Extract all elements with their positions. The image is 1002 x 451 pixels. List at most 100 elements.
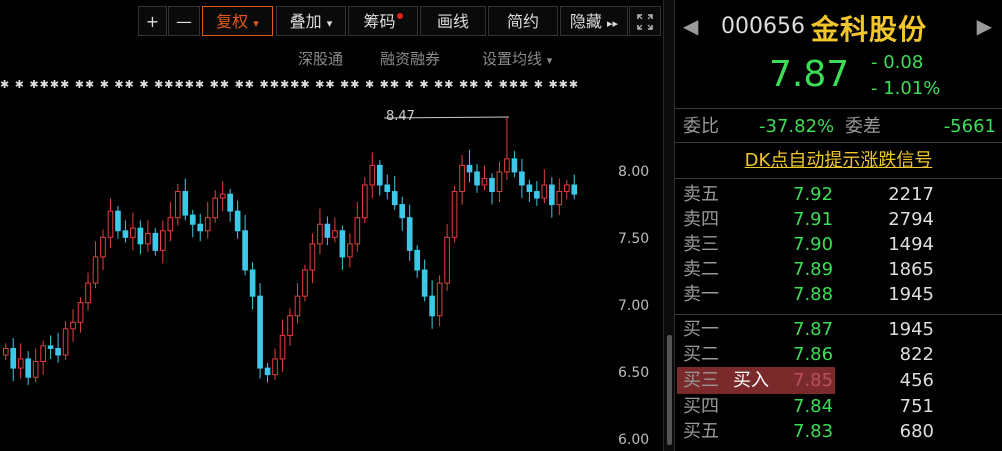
candle-body[interactable] — [234, 210, 241, 232]
candle-body[interactable] — [249, 269, 256, 297]
candle-body[interactable] — [92, 256, 99, 284]
candle-body[interactable] — [511, 158, 518, 173]
candle-body[interactable] — [339, 230, 346, 258]
candle-body[interactable] — [369, 164, 376, 186]
candle-body[interactable] — [526, 184, 533, 193]
candle-body[interactable] — [77, 302, 84, 323]
candle-body[interactable] — [548, 184, 555, 206]
candle-body[interactable] — [130, 227, 136, 238]
candle-body[interactable] — [100, 236, 106, 258]
candle-body[interactable] — [227, 193, 233, 212]
candle-body[interactable] — [459, 164, 465, 193]
candle-body[interactable] — [115, 210, 121, 232]
candle-body[interactable] — [421, 269, 428, 297]
candle-body[interactable] — [287, 315, 293, 336]
shenzhen-connect-link[interactable]: 深股通 — [298, 48, 343, 70]
candle-body[interactable] — [47, 345, 54, 349]
candle-body[interactable] — [182, 191, 189, 216]
candle-body[interactable] — [436, 282, 443, 317]
ask-row[interactable]: 卖二 7.89 1865 — [675, 257, 1002, 282]
candle-body[interactable] — [264, 367, 271, 376]
bid-row[interactable]: 买四 7.84 751 — [675, 394, 1002, 419]
candle-body[interactable] — [17, 358, 24, 369]
candle-body[interactable] — [62, 328, 69, 356]
candle-body[interactable] — [160, 230, 166, 251]
buy-button[interactable]: 买入 — [733, 367, 769, 394]
candle-body[interactable] — [302, 269, 308, 297]
candle-body[interactable] — [324, 223, 331, 238]
candle-body[interactable] — [556, 191, 563, 206]
ask-row[interactable]: 卖三 7.90 1494 — [675, 232, 1002, 257]
overlay-button[interactable]: 叠加 ▾ — [276, 6, 346, 36]
candle-body[interactable] — [55, 347, 61, 356]
bid-row[interactable]: 买三 7.85 456 — [675, 368, 1002, 393]
simple-mode-button[interactable]: 简约 — [488, 6, 558, 36]
candle-body[interactable] — [107, 210, 114, 238]
ask-row[interactable]: 卖一 7.88 1945 — [675, 282, 1002, 307]
candle-body[interactable] — [32, 361, 39, 378]
candle-body[interactable] — [496, 171, 503, 193]
ask-row[interactable]: 卖五 7.92 2217 — [675, 182, 1002, 207]
candle-body[interactable] — [376, 164, 383, 186]
candle-body[interactable] — [414, 249, 420, 271]
candle-body[interactable] — [391, 191, 398, 206]
candle-body[interactable] — [534, 191, 540, 199]
candle-body[interactable] — [85, 282, 91, 304]
candle-body[interactable] — [429, 295, 435, 317]
candle-body[interactable] — [122, 230, 129, 238]
dk-signal-link[interactable]: DK点自动提示涨跌信号 — [675, 146, 1002, 179]
candle-body[interactable] — [541, 184, 548, 199]
candle-body[interactable] — [332, 230, 338, 238]
candle-body[interactable] — [444, 236, 450, 284]
candle-body[interactable] — [152, 232, 159, 251]
candle-body[interactable] — [309, 243, 316, 271]
candle-body[interactable] — [451, 191, 458, 238]
candle-body[interactable] — [406, 217, 413, 251]
candle-body[interactable] — [279, 334, 286, 360]
candle-body[interactable] — [197, 223, 204, 232]
candle-body[interactable] — [361, 184, 368, 219]
candle-body[interactable] — [257, 295, 263, 369]
candle-body[interactable] — [212, 197, 219, 219]
ask-row[interactable]: 卖四 7.91 2794 — [675, 207, 1002, 232]
candle-body[interactable] — [384, 184, 391, 193]
scrollbar[interactable] — [667, 335, 672, 445]
candle-body[interactable] — [347, 243, 353, 258]
candle-body[interactable] — [70, 321, 76, 330]
candle-body[interactable] — [242, 230, 248, 271]
candle-body[interactable] — [489, 177, 495, 193]
candle-body[interactable] — [294, 295, 301, 317]
hide-button[interactable]: 隐藏 ▸▸ — [560, 6, 628, 36]
zoom-in-button[interactable]: + — [138, 6, 167, 36]
candle-body[interactable] — [317, 223, 323, 245]
ma-settings-link[interactable]: 设置均线 ▾ — [482, 48, 552, 70]
candle-body[interactable] — [466, 164, 473, 173]
fullscreen-button[interactable] — [629, 6, 661, 36]
bid-row[interactable]: 买五 7.83 680 — [675, 419, 1002, 444]
candle-body[interactable] — [519, 171, 525, 186]
candlestick-plot[interactable] — [0, 70, 663, 451]
bid-row[interactable]: 买二 7.86 822 — [675, 342, 1002, 367]
candle-body[interactable] — [219, 193, 226, 199]
candle-body[interactable] — [504, 158, 510, 173]
candle-body[interactable] — [563, 184, 570, 193]
zoom-out-button[interactable]: — — [168, 6, 200, 36]
bid-row[interactable]: 买一 7.87 1945 — [675, 317, 1002, 342]
candle-body[interactable] — [2, 347, 9, 356]
candle-body[interactable] — [204, 217, 211, 232]
candle-body[interactable] — [354, 217, 361, 245]
next-stock-arrow-icon[interactable]: ▶ — [977, 14, 992, 38]
candle-body[interactable] — [145, 232, 151, 245]
candle-body[interactable] — [399, 204, 406, 219]
candle-body[interactable] — [474, 171, 480, 186]
candle-body[interactable] — [272, 358, 278, 376]
draw-line-button[interactable]: 画线 — [420, 6, 486, 36]
candle-body[interactable] — [189, 214, 196, 225]
candle-body[interactable] — [167, 217, 174, 232]
candle-body[interactable] — [10, 347, 17, 369]
chips-button[interactable]: 筹码 — [348, 6, 418, 36]
candlestick-chart[interactable]: 8.47 8.00 7.50 7.00 6.50 6.00 — [0, 70, 663, 451]
candle-body[interactable] — [174, 191, 181, 219]
candle-body[interactable] — [137, 227, 144, 245]
candle-body[interactable] — [481, 177, 488, 186]
